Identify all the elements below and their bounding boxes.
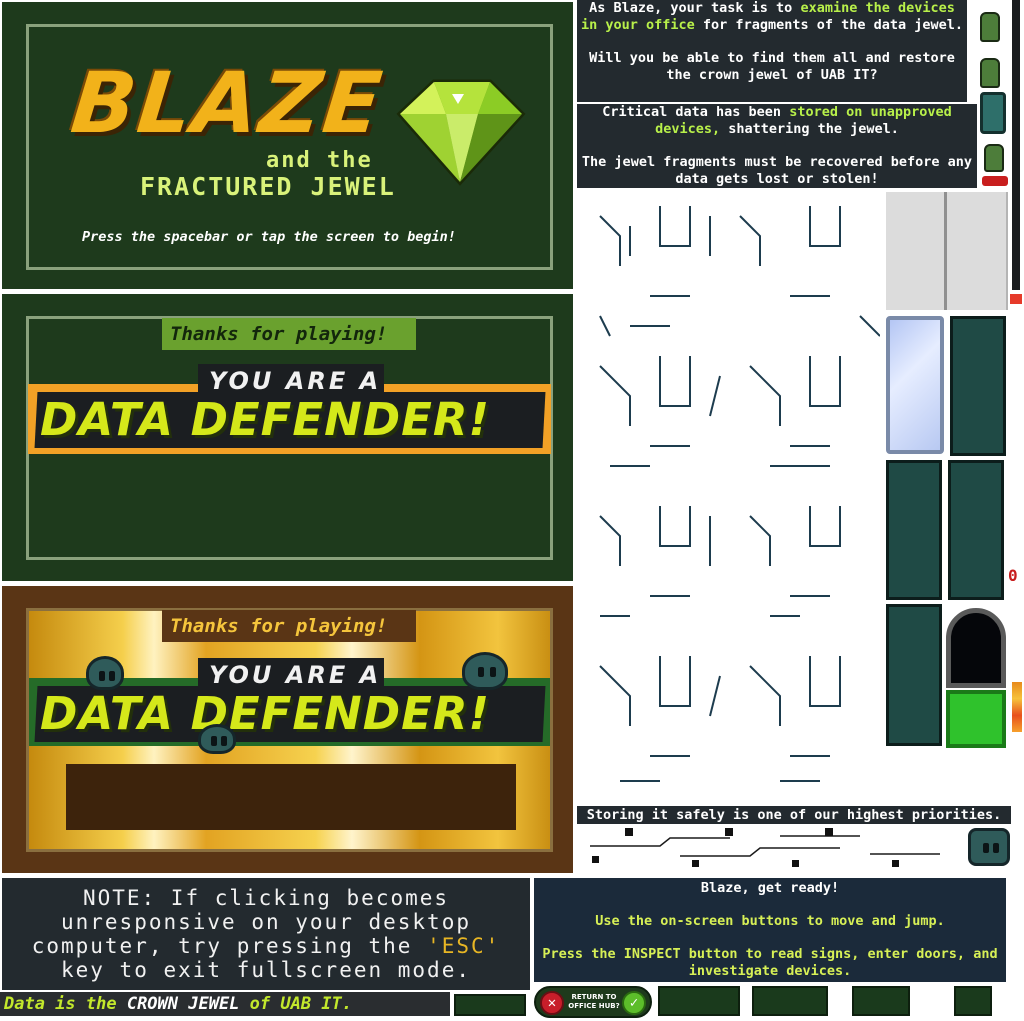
critical-part2: shattering the jewel. — [720, 121, 899, 137]
end-screen-green: Thanks for playing! YOU ARE A DATA DEFEN… — [2, 294, 573, 581]
ready-line2: Use the on-screen buttons to move and ju… — [595, 913, 945, 929]
intro-part2: for fragments of the data jewel. — [694, 17, 964, 33]
ready-box: Blaze, get ready! Use the on-screen butt… — [534, 878, 1006, 982]
control-button[interactable] — [454, 994, 526, 1016]
server-rack-sprite — [950, 316, 1006, 456]
blaze-sprite-icon — [980, 12, 1000, 42]
return-label: RETURN TO OFFICE HUB? — [568, 993, 620, 1010]
subtitle-and-the: and the — [266, 148, 373, 173]
server-rack-sprite — [886, 604, 942, 746]
blaze-sprite-icon — [984, 144, 1004, 172]
ghost-left-icon — [86, 656, 124, 690]
pipe-sprite-sheet — [590, 196, 881, 796]
ghost-portrait-icon — [968, 828, 1010, 866]
green-block-sprite — [946, 690, 1006, 748]
intro-part1: As Blaze, your task is to — [589, 0, 801, 16]
mirror-sprite — [886, 316, 944, 454]
circuit-strip — [580, 826, 960, 870]
gold-score-area — [66, 764, 516, 830]
storing-banner: Storing it safely is one of our highest … — [577, 806, 1011, 824]
x-icon: ✕ — [547, 995, 557, 1011]
intro-text-box: As Blaze, your task is to examine the de… — [577, 0, 967, 102]
server-rack-sprite — [948, 460, 1004, 600]
you-are-a-text-gold: YOU ARE A — [209, 661, 382, 689]
note-suffix: key to exit fullscreen mode. — [60, 958, 471, 982]
check-icon: ✓ — [629, 995, 639, 1011]
game-logo: BLAZE — [66, 54, 389, 152]
critical-text-box: Critical data has been stored on unappro… — [577, 104, 977, 188]
inspect-button[interactable] — [954, 986, 992, 1016]
you-are-a-text: YOU ARE A — [209, 367, 382, 395]
counter-digit: 0 — [1008, 566, 1018, 585]
confirm-return-button[interactable]: ✓ — [622, 991, 646, 1015]
crown-jewel-icon — [396, 79, 526, 186]
item-icon — [1012, 682, 1022, 732]
device-sprite-icon — [980, 92, 1006, 134]
intro-question: Will you be able to find them all and re… — [589, 50, 955, 83]
thanks-text-gold: Thanks for playing! — [170, 615, 388, 637]
footer-part1: Data is the — [4, 994, 127, 1014]
critical-part1: Critical data has been — [602, 104, 790, 120]
critical-paragraph: Critical data has been stored on unappro… — [581, 104, 973, 138]
flag-icon — [1010, 294, 1022, 304]
pipe-lines — [599, 206, 881, 782]
note-esc-key: 'ESC' — [427, 934, 501, 958]
ghost-bottom-icon — [198, 724, 236, 754]
ready-line3: Press the INSPECT button to read signs, … — [542, 946, 998, 979]
red-button-icon — [982, 176, 1008, 186]
thanks-text: Thanks for playing! — [170, 323, 388, 345]
circuit-lines — [590, 828, 940, 867]
server-rack-sprite — [886, 460, 942, 600]
return-prompt: ✕ RETURN TO OFFICE HUB? ✓ — [534, 986, 652, 1018]
start-prompt: Press the spacebar or tap the screen to … — [82, 229, 456, 245]
cancel-return-button[interactable]: ✕ — [540, 991, 564, 1015]
critical-line2: The jewel fragments must be recovered be… — [581, 154, 973, 187]
door-sprite — [886, 192, 1008, 310]
blaze-sprite-icon — [980, 58, 1000, 88]
jump-button[interactable] — [852, 986, 910, 1016]
title-screen[interactable]: BLAZE and the FRACTURED JEWEL Press the … — [2, 2, 573, 289]
subtitle-fractured-jewel: FRACTURED JEWEL — [140, 172, 396, 201]
note-box: NOTE: If clicking becomes unresponsive o… — [2, 878, 530, 990]
ready-line1: Blaze, get ready! — [700, 880, 840, 896]
data-defender-text-gold: DATA DEFENDER! — [40, 687, 491, 740]
intro-paragraph: As Blaze, your task is to examine the de… — [581, 0, 963, 34]
arch-doorway-sprite — [946, 608, 1006, 688]
end-screen-gold: Thanks for playing! YOU ARE A DATA DEFEN… — [2, 586, 573, 873]
scrollbar-strip — [1012, 0, 1020, 290]
data-defender-text: DATA DEFENDER! — [40, 393, 491, 446]
footer-banner: Data is the CROWN JEWEL of UAB IT. — [0, 992, 450, 1016]
footer-part2: of UAB IT. — [239, 994, 353, 1014]
move-right-button[interactable] — [752, 986, 828, 1016]
ghost-right-icon — [462, 652, 508, 690]
move-left-button[interactable] — [658, 986, 740, 1016]
note-prefix: NOTE: If clicking becomes unresponsive o… — [31, 886, 471, 958]
footer-highlight: CROWN JEWEL — [126, 994, 240, 1014]
